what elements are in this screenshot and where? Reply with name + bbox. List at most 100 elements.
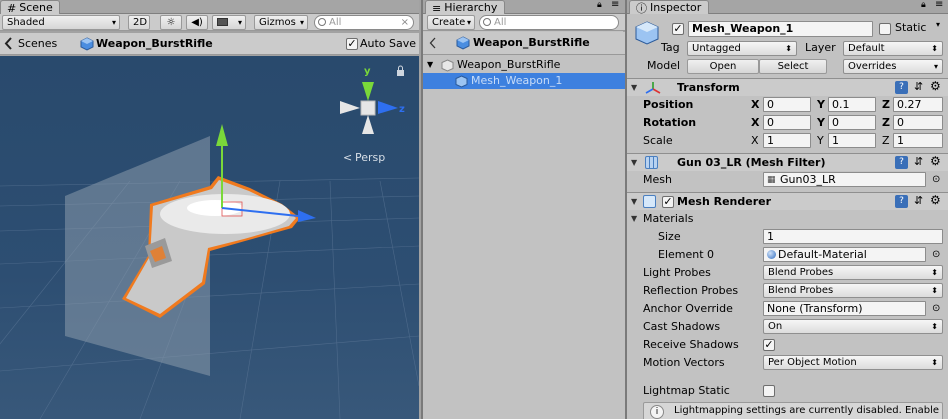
anchor-override-field[interactable]: None (Transform) xyxy=(763,301,926,316)
preset-sliders-icon[interactable]: ⇵ xyxy=(914,194,923,207)
mesh-filter-title: Gun 03_LR (Mesh Filter) xyxy=(677,156,826,169)
settings-gear-icon[interactable]: ⚙ xyxy=(930,193,941,207)
materials-row[interactable]: ▼ Materials xyxy=(627,210,948,228)
active-checkbox[interactable]: ✓ xyxy=(672,23,684,35)
foldout-expanded-icon[interactable]: ▼ xyxy=(631,83,637,92)
scene-canvas[interactable]: y z < Persp xyxy=(0,56,419,419)
static-checkbox[interactable] xyxy=(879,23,891,35)
dropdown-arrows-icon: ⬍ xyxy=(785,44,792,53)
materials-size-field[interactable]: 1 xyxy=(763,229,943,244)
search-icon xyxy=(318,18,326,26)
help-book-icon[interactable]: ? xyxy=(895,81,908,94)
mesh-renderer-header[interactable]: ▼ ✓ Mesh Renderer ? ⇵ ⚙ xyxy=(627,192,948,210)
list-item[interactable]: ▼ Weapon_BurstRifle xyxy=(423,57,625,73)
select-button[interactable]: Select xyxy=(759,59,827,74)
foldout-expanded-icon[interactable]: ▼ xyxy=(631,210,637,228)
settings-gear-icon[interactable]: ⚙ xyxy=(930,79,941,93)
foldout-expanded-icon[interactable]: ▼ xyxy=(631,197,637,206)
motion-vectors-row: Motion Vectors Per Object Motion ⬍ xyxy=(627,354,948,372)
preset-sliders-icon[interactable]: ⇵ xyxy=(914,155,923,168)
y-axis-arrow[interactable] xyxy=(216,124,228,146)
mesh-filter-header[interactable]: ▼ Gun 03_LR (Mesh Filter) ? ⇵ ⚙ xyxy=(627,153,948,171)
lightmap-static-checkbox[interactable] xyxy=(763,385,775,397)
audio-toggle-button[interactable]: ◀) xyxy=(186,15,208,30)
projection-label[interactable]: Persp xyxy=(355,151,385,164)
rotation-row: Rotation X 0 Y 0 Z 0 xyxy=(627,114,948,132)
size-label: Size xyxy=(658,230,681,243)
position-y-field[interactable]: 0.1 xyxy=(828,97,876,112)
motion-vectors-dropdown[interactable]: Per Object Motion ⬍ xyxy=(763,355,943,370)
dropdown-arrows-icon: ⬍ xyxy=(931,358,938,367)
object-name-field[interactable]: Mesh_Weapon_1 xyxy=(688,21,873,37)
2d-toggle-button[interactable]: 2D xyxy=(128,15,150,30)
position-z-field[interactable]: 0.27 xyxy=(893,97,943,112)
back-arrow-icon[interactable] xyxy=(429,37,437,49)
tag-dropdown[interactable]: Untagged ⬍ xyxy=(687,41,797,56)
foldout-expanded-icon[interactable]: ▼ xyxy=(631,158,637,167)
layer-dropdown[interactable]: Default ⬍ xyxy=(843,41,943,56)
scale-x-field[interactable]: 1 xyxy=(763,133,811,148)
reflection-probes-dropdown[interactable]: Blend Probes ⬍ xyxy=(763,283,943,298)
scenes-icon xyxy=(4,37,12,50)
mesh-renderer-enabled-checkbox[interactable]: ✓ xyxy=(662,196,674,208)
receive-shadows-checkbox[interactable]: ✓ xyxy=(763,339,775,351)
transform-header[interactable]: ▼ Transform ? ⇵ ⚙ xyxy=(627,78,948,96)
position-x-field[interactable]: 0 xyxy=(763,97,811,112)
scale-z-field[interactable]: 1 xyxy=(893,133,943,148)
auto-save-checkbox[interactable]: ✓ xyxy=(346,38,358,50)
anchor-override-row: Anchor Override None (Transform) ⊙ xyxy=(627,300,948,318)
auto-save-label: Auto Save xyxy=(360,37,417,50)
open-button[interactable]: Open xyxy=(687,59,759,74)
list-item-label: Mesh_Weapon_1 xyxy=(471,74,563,87)
tab-menu-icon[interactable]: ≡ xyxy=(611,0,619,10)
orientation-gizmo[interactable]: y z xyxy=(340,66,405,134)
tab-inspector[interactable]: ⓘ Inspector xyxy=(629,0,709,15)
static-dropdown-arrow-icon[interactable]: ▾ xyxy=(936,20,940,29)
materials-label: Materials xyxy=(643,212,694,225)
effects-dropdown[interactable]: ▾ xyxy=(212,15,246,30)
scene-search-input[interactable]: All × xyxy=(314,15,414,30)
help-book-icon[interactable]: ? xyxy=(895,195,908,208)
settings-gear-icon[interactable]: ⚙ xyxy=(930,154,941,168)
gizmos-dropdown[interactable]: Gizmos ▾ xyxy=(254,15,308,30)
breadcrumb-object[interactable]: Weapon_BurstRifle xyxy=(96,37,213,50)
model-label: Model xyxy=(647,59,681,72)
light-probes-dropdown[interactable]: Blend Probes ⬍ xyxy=(763,265,943,280)
tab-scene[interactable]: # Scene xyxy=(0,0,60,15)
list-item-selected[interactable]: Mesh_Weapon_1 xyxy=(423,73,625,89)
gameobject-cube-icon xyxy=(441,59,454,72)
tab-menu-icon[interactable]: ≡ xyxy=(935,0,943,10)
tab-hierarchy[interactable]: ≡ Hierarchy xyxy=(425,0,505,15)
hierarchy-search-input[interactable]: All xyxy=(479,15,619,30)
hierarchy-prefab-header: Weapon_BurstRifle xyxy=(423,32,625,55)
help-book-icon[interactable]: ? xyxy=(895,156,908,169)
cast-shadows-dropdown[interactable]: On ⬍ xyxy=(763,319,943,334)
clear-search-icon[interactable]: × xyxy=(401,16,409,29)
prefab-cube-icon xyxy=(80,37,94,51)
scene-viewport[interactable]: y z < Persp xyxy=(0,56,419,419)
reflection-probes-row: Reflection Probes Blend Probes ⬍ xyxy=(627,282,948,300)
lock-icon[interactable] xyxy=(397,65,404,76)
lighting-toggle-button[interactable]: ☼ xyxy=(160,15,182,30)
scenes-breadcrumb-link[interactable]: Scenes xyxy=(18,37,57,50)
position-row: Position X 0 Y 0.1 Z 0.27 xyxy=(627,96,948,114)
scale-y-field[interactable]: 1 xyxy=(828,133,876,148)
preset-sliders-icon[interactable]: ⇵ xyxy=(914,80,923,93)
element0-material-field[interactable]: Default-Material xyxy=(763,247,926,262)
object-picker-icon[interactable]: ⊙ xyxy=(932,300,940,318)
rotation-label: Rotation xyxy=(643,116,697,129)
overrides-dropdown[interactable]: Overrides ▾ xyxy=(843,59,943,74)
shading-mode-dropdown[interactable]: Shaded ▾ xyxy=(2,15,120,30)
rotation-z-field[interactable]: 0 xyxy=(893,115,943,130)
z-axis-arrow[interactable] xyxy=(298,210,316,222)
layer-label: Layer xyxy=(805,41,836,54)
lock-icon[interactable]: 🔒︎ xyxy=(597,0,602,10)
object-picker-icon[interactable]: ⊙ xyxy=(932,171,940,189)
rotation-y-field[interactable]: 0 xyxy=(828,115,876,130)
foldout-expanded-icon[interactable]: ▼ xyxy=(427,57,433,73)
create-dropdown[interactable]: Create ▾ xyxy=(427,15,475,30)
lock-icon[interactable]: 🔒︎ xyxy=(921,0,926,10)
rotation-x-field[interactable]: 0 xyxy=(763,115,811,130)
mesh-object-field[interactable]: ▦ Gun03_LR xyxy=(763,172,926,187)
object-picker-icon[interactable]: ⊙ xyxy=(932,246,940,264)
